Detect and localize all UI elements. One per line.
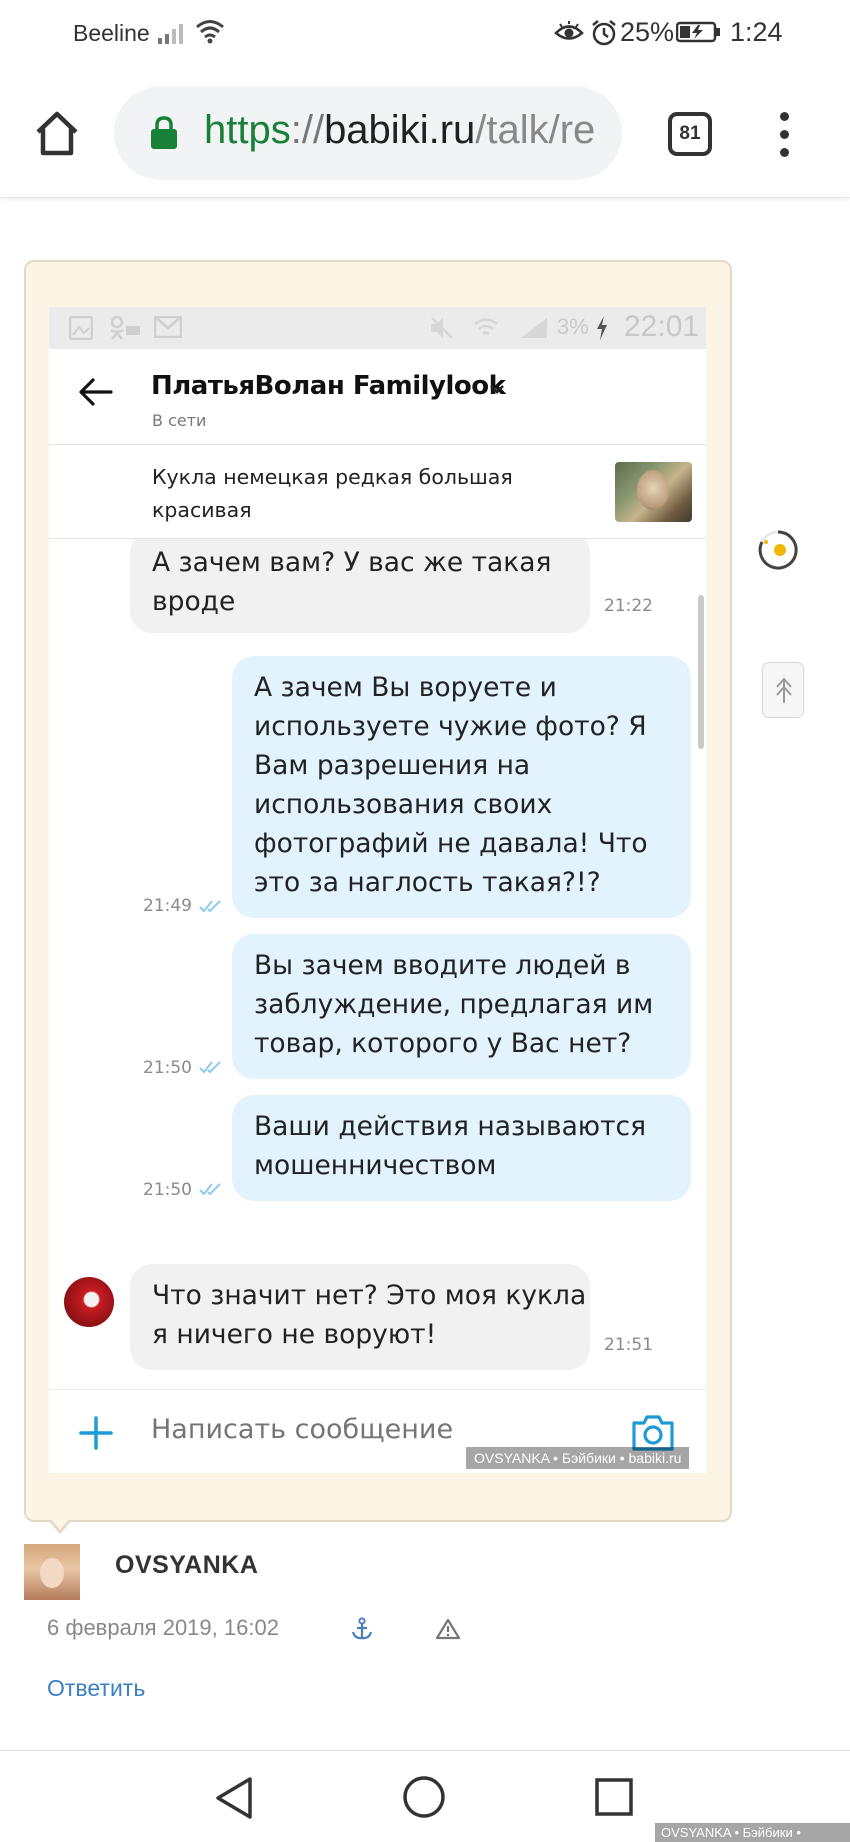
message-text: А зачем вам? У вас же такая вроде xyxy=(152,547,552,617)
read-ticks-icon xyxy=(199,1061,221,1074)
message-text: А зачем Вы воруете и используете чужие фо… xyxy=(254,672,648,898)
nav-recents-icon[interactable] xyxy=(594,1777,634,1817)
footer-watermark: OVSYANKA • Бэйбики • babiki.ru xyxy=(655,1823,850,1842)
message-input[interactable] xyxy=(151,1414,531,1445)
battery-charging-icon xyxy=(676,21,720,43)
message-time: 21:22 xyxy=(604,596,653,616)
status-bar: Beeline 25% 1:24 xyxy=(0,0,850,68)
contact-name[interactable]: ПлатьяВолан Familylook xyxy=(151,371,506,401)
clock: 1:24 xyxy=(730,17,783,47)
arrow-up-icon xyxy=(776,677,792,703)
chat-header: ПлатьяВолан Familylook В сети xyxy=(49,349,706,445)
address-bar[interactable]: https://babiki.ru/talk/re xyxy=(114,86,622,180)
browser-toolbar: https://babiki.ru/talk/re 81 xyxy=(0,68,850,198)
eye-comfort-icon xyxy=(554,21,584,40)
battery-percent: 25% xyxy=(620,17,675,47)
author-avatar[interactable] xyxy=(24,1544,80,1600)
nav-back-icon[interactable] xyxy=(214,1775,256,1821)
anchor-icon[interactable] xyxy=(351,1617,373,1641)
watermark: OVSYANKA • Бэйбики • babiki.ru xyxy=(466,1447,690,1469)
wifi-icon xyxy=(196,20,224,44)
embedded-clock: 22:01 xyxy=(624,310,700,343)
online-status: В сети xyxy=(152,411,207,430)
embedded-status-bar: 3% 22:01 xyxy=(49,307,706,349)
plus-icon[interactable] xyxy=(79,1416,113,1450)
back-arrow-icon[interactable] xyxy=(79,377,113,407)
outgoing-message: Вы зачем вводите людей в заблуждение, пре… xyxy=(232,934,691,1079)
chevron-down-icon[interactable] xyxy=(489,383,505,395)
listing-bar[interactable]: Кукла немецкая редкая большая красивая xyxy=(49,445,706,539)
reply-link[interactable]: Ответить xyxy=(47,1675,145,1702)
embedded-chat-screenshot: 3% 22:01 ПлатьяВолан Familylook В сети К… xyxy=(49,307,706,1473)
incoming-message: Что значит нет? Это моя кукла я ничего не… xyxy=(130,1264,653,1370)
tab-switcher-button[interactable]: 81 xyxy=(668,112,712,156)
carrier-name: Beeline xyxy=(73,20,150,46)
loading-spinner-icon xyxy=(758,530,798,570)
alarm-icon xyxy=(592,20,616,46)
message-time: 21:51 xyxy=(604,1335,653,1355)
battery-charging-icon xyxy=(597,316,607,340)
message-time: 21:50 xyxy=(143,1058,192,1078)
mail-icon xyxy=(154,316,182,338)
mute-icon xyxy=(431,317,453,339)
signal-icon xyxy=(158,24,183,44)
listing-title: Кукла немецкая редкая большая красивая xyxy=(152,465,513,522)
author-name[interactable]: OVSYANKA xyxy=(115,1551,258,1580)
message-text: Ваши действия называются мошенничеством xyxy=(254,1111,647,1181)
wifi-icon xyxy=(474,318,498,335)
scroll-to-top-button[interactable] xyxy=(762,662,804,718)
outgoing-message: А зачем Вы воруете и используете чужие фо… xyxy=(232,656,691,918)
outgoing-message: Ваши действия называются мошенничеством xyxy=(232,1095,691,1201)
message-list[interactable]: А зачем вам? У вас же такая вроде 21:22 2… xyxy=(49,539,706,1389)
image-icon xyxy=(69,316,93,340)
message-time: 21:49 xyxy=(143,896,192,916)
message-time: 21:50 xyxy=(143,1180,192,1200)
more-menu-icon[interactable] xyxy=(774,112,794,158)
home-icon[interactable] xyxy=(32,108,82,158)
scrollbar[interactable] xyxy=(698,595,704,749)
nav-home-icon[interactable] xyxy=(402,1775,446,1819)
read-ticks-icon xyxy=(199,900,221,913)
message-text: Что значит нет? Это моя кукла я ничего не… xyxy=(152,1280,587,1350)
odnoklassniki-icon xyxy=(110,316,140,340)
report-warning-icon[interactable] xyxy=(435,1618,461,1640)
contact-avatar[interactable] xyxy=(64,1277,114,1327)
listing-thumbnail[interactable] xyxy=(615,462,692,522)
url-text: https://babiki.ru/talk/re xyxy=(204,108,596,152)
read-ticks-icon xyxy=(199,1183,221,1196)
embedded-battery-percent: 3% xyxy=(557,314,589,339)
lock-icon xyxy=(151,116,177,149)
message-text: Вы зачем вводите людей в заблуждение, пре… xyxy=(254,950,654,1059)
post-date: 6 февраля 2019, 16:02 xyxy=(47,1615,279,1640)
signal-icon xyxy=(521,318,547,338)
incoming-message: А зачем вам? У вас же такая вроде 21:22 xyxy=(130,539,653,633)
